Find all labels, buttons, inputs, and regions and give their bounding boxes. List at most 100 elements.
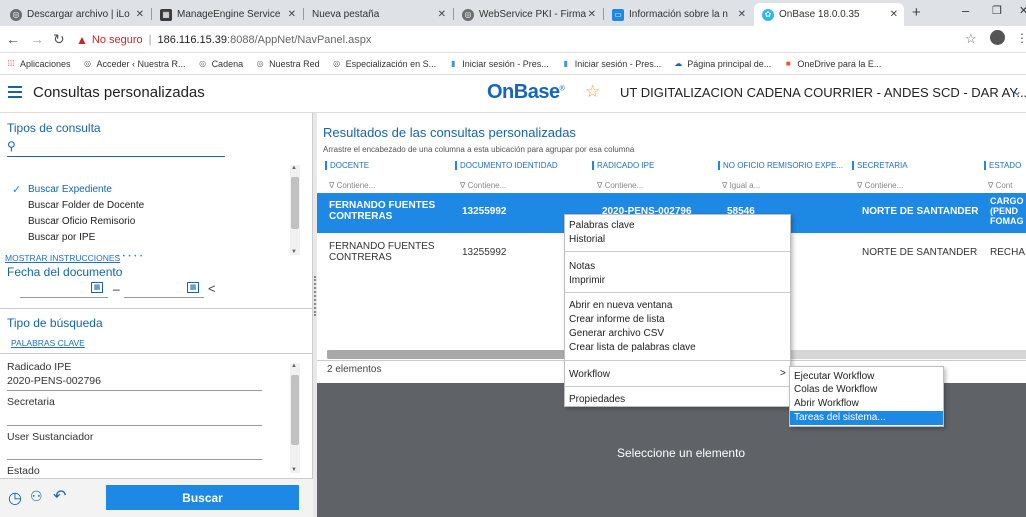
minimize-icon[interactable]: – bbox=[962, 3, 969, 18]
filter-documento[interactable]: ∇ Contiene... bbox=[460, 181, 506, 190]
filter-oficio[interactable]: ∇ Igual a... bbox=[722, 181, 760, 190]
favorite-star-icon[interactable]: ☆ bbox=[585, 82, 600, 102]
menu-separator bbox=[565, 360, 790, 361]
bookmark-item[interactable]: ⁞⁞⁞ Aplicaciones bbox=[6, 59, 71, 69]
logo-text: OnBase bbox=[487, 81, 560, 103]
browser-tab[interactable]: ◎ WebService PKI - Firma ✕ bbox=[454, 3, 602, 26]
menu-item-propiedades[interactable]: Propiedades bbox=[569, 394, 625, 405]
apps-icon: ⁞⁞⁞ bbox=[7, 59, 15, 68]
checkmark-icon: ✓ bbox=[12, 184, 22, 196]
mostrar-instrucciones-link[interactable]: MOSTRAR INSTRUCCIONES bbox=[5, 253, 120, 263]
globe-icon: ◎ bbox=[256, 59, 264, 68]
cell-docente: FERNANDO FUENTES CONTRERAS bbox=[329, 241, 435, 263]
submenu-item-colas[interactable]: Colas de Workflow bbox=[794, 384, 877, 395]
menu-icon[interactable]: ⋮ bbox=[1016, 31, 1026, 45]
menu-item-notas[interactable]: Notas bbox=[569, 261, 595, 272]
user-sustanciador-input[interactable] bbox=[7, 459, 262, 460]
cell-docente: FERNANDO FUENTES CONTRERAS bbox=[329, 200, 436, 222]
submenu-item-abrir[interactable]: Abrir Workflow bbox=[794, 398, 859, 409]
submenu-item-ejecutar[interactable]: Ejecutar Workflow bbox=[794, 371, 874, 382]
bookmark-item[interactable]: ▮ Iniciar sesión - Pres... bbox=[561, 59, 662, 69]
menu-item-palabras-clave[interactable]: Palabras clave bbox=[569, 220, 635, 231]
submenu-item-highlight[interactable]: Tareas del sistema... bbox=[790, 411, 943, 425]
menu-item-informe-lista[interactable]: Crear informe de lista bbox=[569, 314, 665, 325]
reload-icon[interactable]: ↻ bbox=[53, 31, 65, 48]
query-type-item[interactable]: Buscar Folder de Docente bbox=[28, 200, 144, 211]
browser-tab-active[interactable]: ✿ OnBase 18.0.0.35 ✕ bbox=[754, 3, 904, 26]
palabras-clave-link[interactable]: PALABRAS CLAVE bbox=[11, 338, 85, 348]
query-search-input[interactable]: ⚲ bbox=[7, 139, 225, 157]
cell-doc-id: 13255992 bbox=[462, 206, 507, 217]
field-underline bbox=[7, 390, 262, 391]
bookmark-item[interactable]: ◎ Nuestra Red bbox=[255, 59, 320, 69]
query-type-item-selected[interactable]: Buscar Expediente bbox=[28, 184, 112, 195]
filter-radicado[interactable]: ∇ Contiene... bbox=[597, 181, 643, 190]
close-icon[interactable]: ✕ bbox=[890, 9, 898, 20]
tab-label: Nueva pestaña bbox=[312, 9, 380, 20]
browser-tab[interactable]: ▦ ManageEngine Service ✕ bbox=[152, 3, 302, 26]
column-header-radicado[interactable]: RADICADO IPE bbox=[592, 161, 717, 170]
secretaria-input[interactable] bbox=[7, 425, 262, 426]
back-icon[interactable]: ← bbox=[6, 31, 20, 47]
search-button[interactable]: Buscar bbox=[106, 485, 299, 510]
fields-scrollbar[interactable]: ▲ ▼ bbox=[290, 363, 300, 473]
radicado-ipe-input[interactable]: 2020-PENS-002796 bbox=[7, 375, 101, 387]
address-bar[interactable]: ▲ No seguro | 186.116.15.39 :8088/AppNet… bbox=[76, 29, 976, 50]
close-icon[interactable]: ✕ bbox=[288, 9, 296, 20]
bookmark-item[interactable]: ▮ Iniciar sesión - Pres... bbox=[448, 59, 549, 69]
chevron-left-icon[interactable]: < bbox=[208, 281, 216, 296]
maximize-icon[interactable]: ❐ bbox=[992, 4, 1002, 17]
star-icon[interactable]: ☆ bbox=[965, 31, 977, 47]
url-path: :8088/AppNet/NavPanel.aspx bbox=[227, 33, 372, 46]
browser-tab[interactable]: ▭ Información sobre la n ✕ bbox=[604, 3, 752, 26]
menu-item-generar-csv[interactable]: Generar archivo CSV bbox=[569, 328, 664, 339]
browser-tab[interactable]: Nueva pestaña ✕ bbox=[304, 3, 452, 26]
close-icon[interactable]: ✕ bbox=[738, 9, 746, 20]
undo-icon[interactable]: ↶ bbox=[53, 486, 66, 506]
bookmark-item[interactable]: ■ OneDrive para la E... bbox=[783, 59, 881, 69]
menu-item-abrir-ventana[interactable]: Abrir en nueva ventana bbox=[569, 300, 672, 311]
onbase-icon: ✿ bbox=[762, 8, 774, 21]
workspace-name[interactable]: UT DIGITALIZACION CADENA COURRIER - ANDE… bbox=[620, 85, 1026, 100]
bookmark-label: Nuestra Red bbox=[269, 58, 320, 69]
date-from-input[interactable]: ▦ bbox=[20, 281, 108, 298]
column-header-oficio[interactable]: NO OFICIO REMISORIO EXPE... bbox=[718, 161, 851, 170]
submenu-item-tareas[interactable]: Tareas del sistema... bbox=[794, 412, 886, 423]
cell-secretaria: NORTE DE SANTANDER bbox=[862, 206, 979, 217]
filter-estado[interactable]: ∇ Cont bbox=[988, 181, 1012, 190]
bookmark-item[interactable]: ◎ Especialización en S... bbox=[332, 59, 436, 69]
calendar-icon[interactable]: ▦ bbox=[187, 282, 199, 293]
calendar-icon[interactable]: ▦ bbox=[91, 282, 103, 293]
hamburger-icon[interactable] bbox=[8, 86, 22, 98]
column-header-estado[interactable]: ESTADO bbox=[984, 161, 1026, 170]
menu-item-historial[interactable]: Historial bbox=[569, 234, 605, 245]
filter-secretaria[interactable]: ∇ Contiene... bbox=[857, 181, 903, 190]
clock-icon[interactable]: ◷ bbox=[8, 488, 22, 508]
browser-tab[interactable]: ◎ Descargar archivo | iLo ✕ bbox=[2, 3, 150, 26]
new-tab-button[interactable]: + bbox=[912, 4, 921, 21]
forward-icon[interactable]: → bbox=[30, 31, 44, 47]
query-list-scrollbar[interactable]: ▲ ▼ bbox=[290, 165, 300, 255]
query-type-item[interactable]: Buscar por IPE bbox=[28, 232, 95, 243]
close-icon[interactable]: ✕ bbox=[438, 9, 446, 20]
cell-estado: RECHA bbox=[990, 247, 1026, 258]
bookmark-item[interactable]: ◎ Cadena bbox=[198, 59, 243, 69]
menu-item-imprimir[interactable]: Imprimir bbox=[569, 275, 605, 286]
bookmark-item[interactable]: ◎ Acceder ‹ Nuestra R... bbox=[83, 59, 186, 69]
date-to-input[interactable]: ▦ bbox=[124, 281, 204, 298]
bookmark-item[interactable]: ☁ Página principal de... bbox=[673, 59, 771, 69]
menu-item-workflow[interactable]: Workflow bbox=[569, 369, 610, 380]
filter-docente[interactable]: ∇ Contiene... bbox=[329, 181, 375, 190]
column-header-secretaria[interactable]: SECRETARIA bbox=[852, 161, 982, 170]
column-header-documento[interactable]: DOCUMENTO IDENTIDAD bbox=[455, 161, 590, 170]
user-search-icon[interactable]: ⚇ bbox=[30, 488, 43, 505]
globe-icon: ◎ bbox=[462, 8, 474, 21]
column-header-docente[interactable]: DOCENTE bbox=[325, 161, 455, 170]
profile-icon[interactable] bbox=[990, 30, 1005, 45]
close-icon[interactable]: ✕ bbox=[588, 9, 596, 20]
menu-item-lista-palabras[interactable]: Crear lista de palabras clave bbox=[569, 342, 696, 353]
chevron-down-icon[interactable]: ⌄ bbox=[1012, 84, 1022, 98]
close-window-icon[interactable]: ✕ bbox=[1019, 4, 1026, 17]
query-type-item[interactable]: Buscar Oficio Remisorio bbox=[28, 216, 135, 227]
close-icon[interactable]: ✕ bbox=[136, 9, 144, 20]
